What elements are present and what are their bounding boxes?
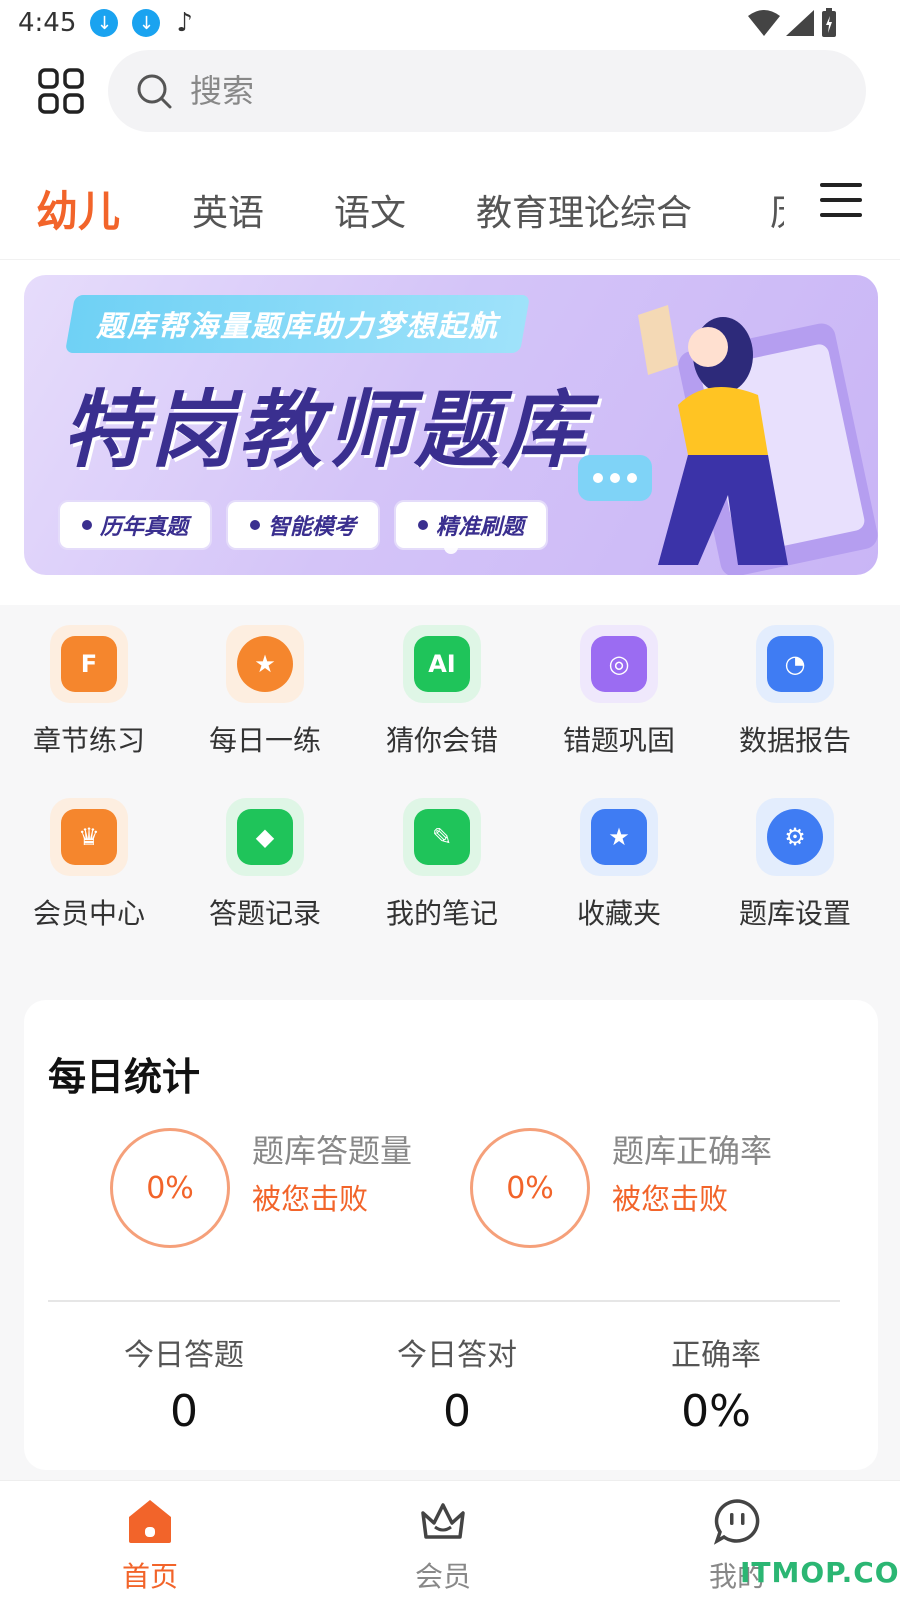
- grid-item-daily-practice[interactable]: ★ 每日一练: [185, 625, 345, 759]
- tab-youer[interactable]: 幼儿: [36, 178, 120, 239]
- grid-item-member-center[interactable]: ♛ 会员中心: [9, 798, 169, 932]
- search-input[interactable]: [190, 72, 790, 110]
- stat-today-correct: 今日答对 0: [397, 1338, 517, 1437]
- download-icon: ↓: [132, 9, 161, 37]
- answer-volume-ring: 0%: [110, 1128, 230, 1248]
- status-bar: 4:45 ↓ ↓ ♪: [0, 0, 900, 46]
- favorites-icon: ★: [580, 798, 658, 876]
- battery-icon: [822, 8, 836, 37]
- signal-icon: [786, 10, 814, 36]
- grid-item-notes[interactable]: ✎ 我的笔记: [362, 798, 522, 932]
- crown-icon: [421, 1503, 465, 1539]
- grid-item-data-report[interactable]: ◔ 数据报告: [715, 625, 875, 759]
- ai-guess-icon: AI: [403, 625, 481, 703]
- promo-banner[interactable]: 题库帮海量题库助力梦想起航 特岗教师题库 历年真题 智能模考 精准刷题: [24, 275, 878, 575]
- mistake-review-icon: ◎: [580, 625, 658, 703]
- nav-member[interactable]: 会员: [373, 1497, 513, 1595]
- answer-record-icon: ◆: [226, 798, 304, 876]
- stat-today-answered: 今日答题 0: [124, 1338, 244, 1437]
- data-report-icon: ◔: [756, 625, 834, 703]
- tab-chinese[interactable]: 语文: [334, 184, 406, 236]
- banner-pill: 智能模考: [226, 500, 381, 550]
- daily-practice-icon: ★: [226, 625, 304, 703]
- search-icon: [137, 74, 172, 109]
- chat-bubble-icon: [713, 1499, 760, 1545]
- tab-education-theory[interactable]: 教育理论综合: [476, 184, 692, 236]
- grid-item-chapter-practice[interactable]: F 章节练习: [9, 625, 169, 759]
- banner-page-indicator: [444, 540, 458, 554]
- tab-english[interactable]: 英语: [192, 184, 264, 236]
- settings-icon: ⚙: [756, 798, 834, 876]
- grid-item-answer-record[interactable]: ◆ 答题记录: [185, 798, 345, 932]
- search-bar[interactable]: [108, 50, 866, 132]
- accuracy-label: 题库正确率: [612, 1132, 773, 1170]
- home-icon: [129, 1500, 171, 1543]
- search-row: [0, 50, 900, 132]
- menu-icon[interactable]: [820, 180, 862, 220]
- stat-accuracy: 正确率 0%: [671, 1338, 761, 1437]
- accuracy-sub: 被您击败: [612, 1182, 729, 1216]
- nav-home[interactable]: 首页: [80, 1497, 220, 1595]
- watermark: ITMOP.COM: [740, 1556, 900, 1589]
- banner-subtitle-tag: 题库帮海量题库助力梦想起航: [64, 295, 531, 353]
- daily-stats-title: 每日统计: [48, 1055, 201, 1099]
- answer-volume-label: 题库答题量: [252, 1132, 413, 1170]
- music-note-icon: ♪: [176, 8, 193, 38]
- banner-subtitle: 题库帮海量题库助力梦想起航: [96, 309, 500, 343]
- member-center-icon: ♛: [50, 798, 128, 876]
- grid-item-settings[interactable]: ⚙ 题库设置: [715, 798, 875, 932]
- feature-grid: F 章节练习 ★ 每日一练 AI 猜你会错 ◎ 错题巩固 ◔ 数据报告 ♛ 会员…: [0, 605, 900, 960]
- subject-tabs: 幼儿 英语 语文 教育理论综合 历: [0, 170, 900, 260]
- banner-pill: 历年真题: [58, 500, 213, 550]
- banner-headline: 特岗教师题库: [62, 381, 591, 479]
- tab-overflow-partial[interactable]: 历: [770, 184, 784, 234]
- chapter-practice-icon: F: [50, 625, 128, 703]
- status-time: 4:45: [18, 8, 77, 38]
- download-icon: ↓: [90, 9, 119, 37]
- grid-item-ai-guess[interactable]: AI 猜你会错: [362, 625, 522, 759]
- grid-item-mistake-review[interactable]: ◎ 错题巩固: [539, 625, 699, 759]
- grid-item-favorites[interactable]: ★ 收藏夹: [539, 798, 699, 932]
- banner-pill: 精准刷题: [394, 500, 549, 550]
- answer-volume-sub: 被您击败: [252, 1182, 369, 1216]
- stats-divider: [48, 1300, 840, 1302]
- category-grid-icon[interactable]: [38, 68, 84, 114]
- banner-pills: 历年真题 智能模考 精准刷题: [58, 500, 549, 550]
- daily-stats-card: 每日统计 0% 题库答题量 被您击败 0% 题库正确率 被您击败 今日答题 0 …: [24, 1000, 878, 1470]
- accuracy-ring: 0%: [470, 1128, 590, 1248]
- banner-illustration: [578, 305, 878, 575]
- wifi-icon: [748, 10, 780, 36]
- notes-icon: ✎: [403, 798, 481, 876]
